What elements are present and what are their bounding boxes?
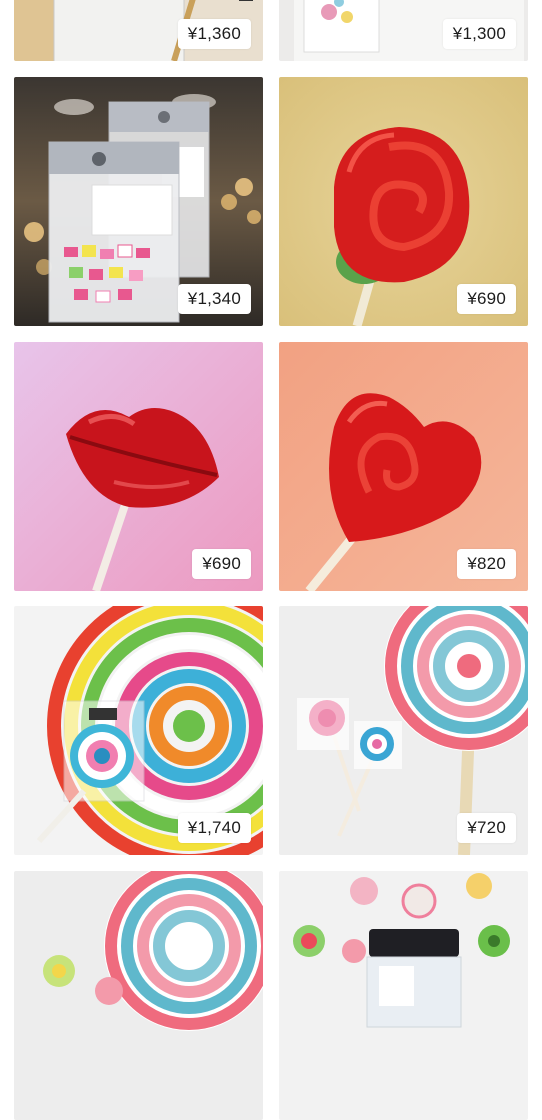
product-card[interactable]: ¥690 — [14, 342, 263, 591]
product-card[interactable] — [279, 871, 528, 1120]
product-card[interactable]: ¥720 — [279, 606, 528, 855]
price-label: ¥1,300 — [442, 19, 516, 49]
product-card[interactable]: ¥1,360 — [14, 0, 263, 61]
pastel-swirl-lollipop-2-image — [14, 871, 263, 1120]
price-label: ¥690 — [192, 549, 251, 579]
candy-jar-image — [279, 871, 528, 1120]
product-card[interactable]: ¥820 — [279, 342, 528, 591]
price-label: ¥690 — [457, 284, 516, 314]
price-label: ¥1,360 — [177, 19, 251, 49]
product-card[interactable]: ¥1,340 — [14, 77, 263, 326]
price-label: ¥1,340 — [177, 284, 251, 314]
price-label: ¥720 — [457, 813, 516, 843]
price-label: ¥820 — [457, 549, 516, 579]
product-card[interactable]: ¥1,740 — [14, 606, 263, 855]
product-card[interactable] — [14, 871, 263, 1120]
product-card[interactable]: ¥690 — [279, 77, 528, 326]
price-label: ¥1,740 — [177, 813, 251, 843]
product-card[interactable]: ¥1,300 — [279, 0, 528, 61]
